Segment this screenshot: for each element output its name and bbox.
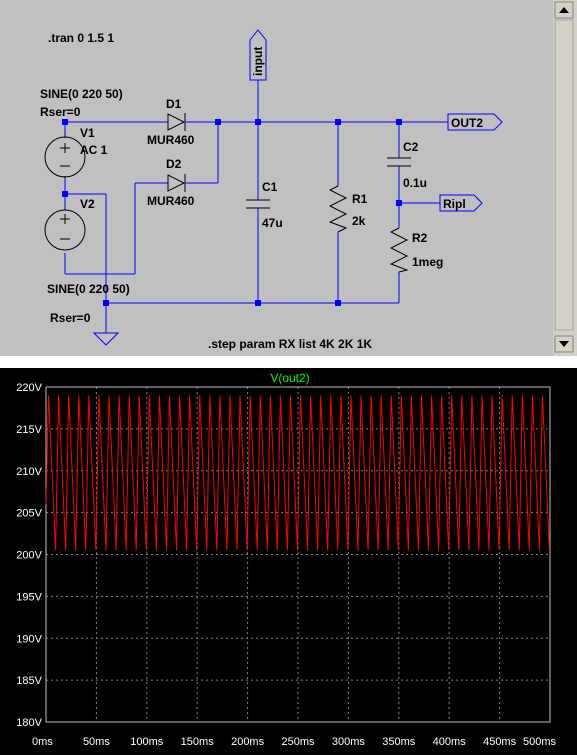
x-tick-label: 0ms	[32, 736, 53, 748]
v1-rser-label[interactable]: Rser=0	[40, 105, 81, 119]
r1-value-label[interactable]: 2k	[352, 214, 366, 228]
scroll-thumb[interactable]	[554, 19, 574, 331]
r2-ref-label[interactable]: R2	[412, 231, 428, 245]
plot-background	[0, 368, 577, 755]
input-net-label[interactable]: input	[251, 47, 265, 76]
y-tick-label: 180V	[16, 717, 42, 729]
x-tick-label: 250ms	[281, 736, 315, 748]
x-tick-label: 500ms	[523, 736, 557, 748]
y-tick-label: 220V	[16, 382, 42, 394]
v2-ref-label[interactable]: V2	[80, 197, 95, 211]
x-tick-label: 100ms	[130, 736, 164, 748]
r1-ref-label[interactable]: R1	[352, 192, 368, 206]
y-tick-label: 210V	[16, 466, 42, 478]
ripl-net-label[interactable]: Ripl	[443, 197, 466, 211]
y-tick-label: 185V	[16, 675, 42, 687]
x-tick-label: 450ms	[483, 736, 517, 748]
x-tick-label: 350ms	[382, 736, 416, 748]
pane-divider[interactable]	[0, 356, 577, 368]
c2-value-label[interactable]: 0.1u	[403, 176, 427, 190]
d1-ref-label[interactable]: D1	[166, 97, 182, 111]
trace-name-label[interactable]: V(out2)	[270, 371, 309, 385]
c2-ref-label[interactable]: C2	[403, 140, 419, 154]
v1-spec-label[interactable]: SINE(0 220 50)	[40, 87, 123, 101]
c1-ref-label[interactable]: C1	[262, 180, 278, 194]
y-tick-label: 215V	[16, 424, 42, 436]
d1-part-label[interactable]: MUR460	[147, 133, 195, 147]
v2-spec-label[interactable]: SINE(0 220 50)	[47, 282, 130, 296]
d2-ref-label[interactable]: D2	[166, 157, 182, 171]
y-tick-label: 205V	[16, 508, 42, 520]
x-tick-label: 400ms	[433, 736, 467, 748]
x-tick-label: 50ms	[83, 736, 110, 748]
y-tick-label: 200V	[16, 550, 42, 562]
y-axis-ticks: 220V 215V 210V 205V 200V 195V 190V 185V 180V	[16, 382, 42, 729]
c1-value-label[interactable]: 47u	[262, 216, 283, 230]
waveform-window[interactable]: V(out2) 220V 215V 210V 205V 200V 195V 190V 185V…	[0, 368, 577, 755]
waveform-plot[interactable]: V(out2) 220V 215V 210V 205V 200V 195V 190V 185V…	[0, 368, 577, 755]
v1-value-label[interactable]: AC 1	[80, 143, 108, 157]
v1-ref-label[interactable]: V1	[80, 126, 95, 140]
x-tick-label: 150ms	[181, 736, 215, 748]
x-tick-label: 300ms	[332, 736, 366, 748]
schematic-window[interactable]: .tran 0 1.5 1 SINE(0 220 50) Rser=0 V1 A…	[0, 0, 577, 358]
y-tick-label: 190V	[16, 633, 42, 645]
step-directive[interactable]: .step param RX list 4K 2K 1K	[208, 337, 372, 351]
r2-value-label[interactable]: 1meg	[412, 255, 443, 269]
schematic-canvas[interactable]: .tran 0 1.5 1 SINE(0 220 50) Rser=0 V1 A…	[0, 0, 577, 358]
tran-directive[interactable]: .tran 0 1.5 1	[48, 31, 114, 45]
v2-rser-label[interactable]: Rser=0	[50, 311, 91, 325]
y-tick-label: 195V	[16, 591, 42, 603]
out2-net-label[interactable]: OUT2	[451, 116, 483, 130]
d2-part-label[interactable]: MUR460	[147, 194, 195, 208]
x-tick-label: 200ms	[231, 736, 265, 748]
